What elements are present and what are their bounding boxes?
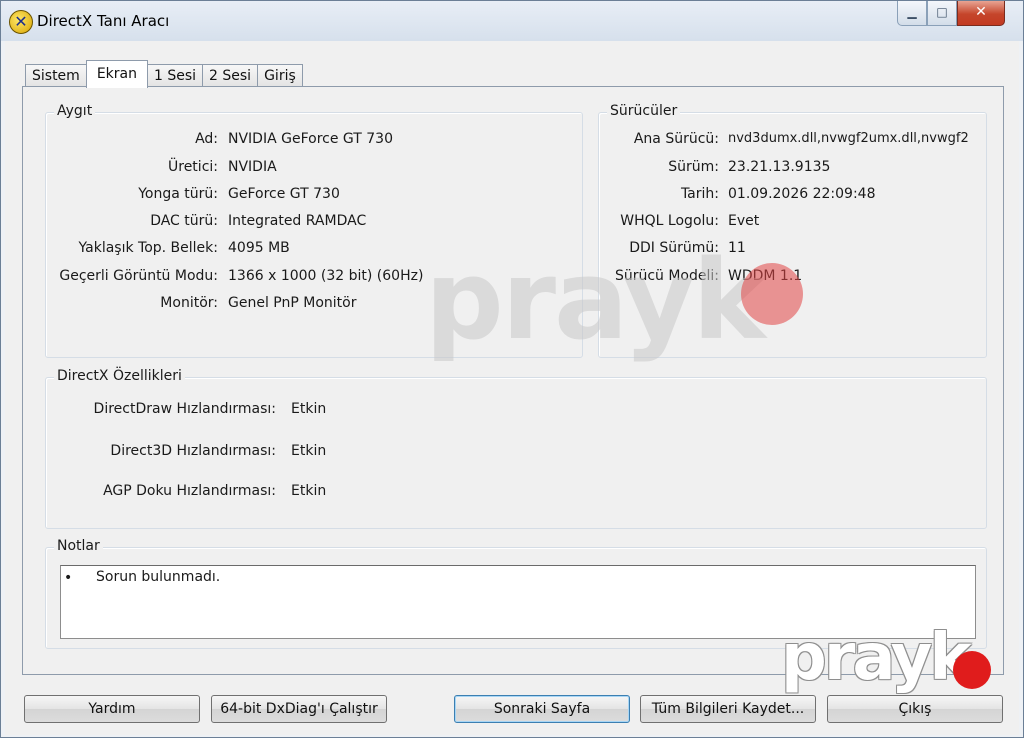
driver-value: 01.09.2026 22:09:48 [728, 186, 876, 202]
driver-label: WHQL Logolu: [620, 213, 719, 229]
window-title: DirectX Tanı Aracı [37, 12, 170, 30]
features-group-title: DirectX Özellikleri [54, 368, 185, 384]
caption-buttons: ▁ □ ✕ [897, 1, 1005, 27]
device-value: Genel PnP Monitör [228, 295, 357, 311]
close-button[interactable]: ✕ [957, 1, 1005, 26]
tab-sistem[interactable]: Sistem [25, 64, 87, 87]
device-value: GeForce GT 730 [228, 186, 340, 202]
device-value: NVIDIA GeForce GT 730 [228, 131, 393, 147]
notes-text: Sorun bulunmadı. [96, 569, 221, 585]
tab-giris[interactable]: Giriş [257, 64, 303, 87]
feature-value: Etkin [291, 443, 327, 459]
driver-label: Tarih: [680, 186, 719, 202]
driver-value: 23.21.13.9135 [728, 159, 831, 175]
corner-watermark-logo: prayk [781, 621, 972, 695]
notes-bullet: • [64, 570, 73, 586]
device-label: DAC türü: [150, 213, 218, 229]
exit-button[interactable]: Çıkış [827, 695, 1003, 723]
run-64bit-dxdiag-button[interactable]: 64-bit DxDiag'ı Çalıştır [211, 695, 387, 723]
feature-label: AGP Doku Hızlandırması: [103, 483, 276, 499]
driver-label: Sürüm: [668, 159, 719, 175]
device-value: 4095 MB [228, 240, 290, 256]
device-label: Geçerli Görüntü Modu: [59, 268, 218, 284]
minimize-button[interactable]: ▁ [897, 1, 927, 26]
watermark-dot [741, 263, 803, 325]
feature-value: Etkin [291, 401, 327, 417]
device-value: Integrated RAMDAC [228, 213, 367, 229]
tab-2-sesi[interactable]: 2 Sesi [202, 64, 259, 87]
next-page-button[interactable]: Sonraki Sayfa [454, 695, 630, 723]
notes-group-title: Notlar [54, 538, 103, 554]
device-value: NVIDIA [228, 159, 277, 175]
title-bar[interactable]: ✕ DirectX Tanı Aracı ▁ □ ✕ [1, 1, 1023, 41]
dxdiag-window: ✕ DirectX Tanı Aracı ▁ □ ✕ Sistem Ekran … [0, 0, 1024, 738]
tab-panel-ekran: Aygıt Ad: NVIDIA GeForce GT 730 Üretici:… [22, 86, 1004, 675]
drivers-group-title: Sürücüler [607, 103, 681, 119]
tab-ekran[interactable]: Ekran [85, 60, 148, 88]
device-value: 1366 x 1000 (32 bit) (60Hz) [228, 268, 424, 284]
feature-label: Direct3D Hızlandırması: [110, 443, 276, 459]
feature-value: Etkin [291, 483, 327, 499]
driver-value: Evet [728, 213, 760, 229]
tab-1-sesi[interactable]: 1 Sesi [146, 64, 204, 87]
device-group-title: Aygıt [54, 103, 96, 119]
save-all-info-button[interactable]: Tüm Bilgileri Kaydet... [640, 695, 816, 723]
driver-value: nvd3dumx.dll,nvwgf2umx.dll,nvwgf2 [728, 131, 969, 146]
directx-icon: ✕ [9, 10, 33, 34]
directx-features-group: DirectX Özellikleri DirectDraw Hızlandır… [45, 368, 987, 529]
device-label: Yaklaşık Top. Bellek: [78, 240, 218, 256]
watermark-logo: prayk [425, 236, 766, 364]
tab-strip: Sistem Ekran 1 Sesi 2 Sesi Giriş [25, 60, 303, 88]
help-button[interactable]: Yardım [24, 695, 200, 723]
device-label: Monitör: [160, 295, 218, 311]
device-label: Ad: [195, 131, 218, 147]
maximize-button[interactable]: □ [927, 1, 957, 26]
device-label: Yonga türü: [138, 186, 218, 202]
corner-watermark-dot [953, 651, 991, 689]
device-label: Üretici: [168, 159, 218, 175]
feature-label: DirectDraw Hızlandırması: [93, 401, 276, 417]
driver-label: Ana Sürücü: [633, 131, 719, 147]
